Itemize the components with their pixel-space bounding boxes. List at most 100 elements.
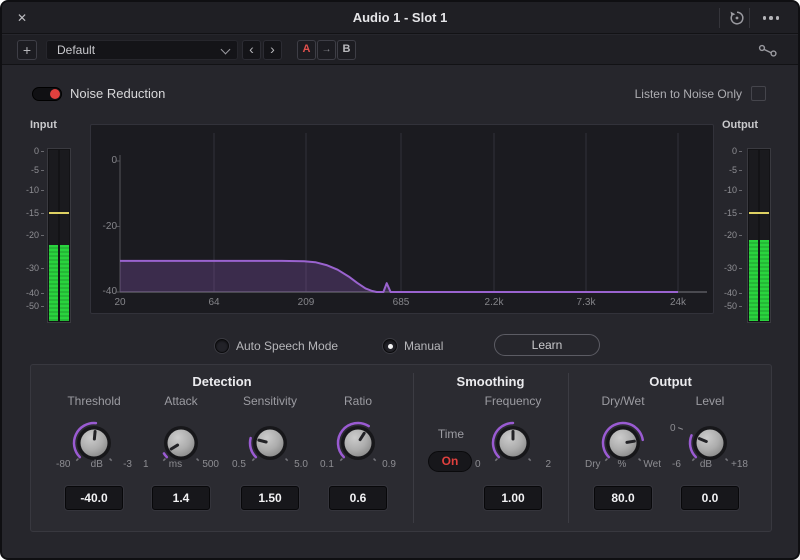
meter-bar-left bbox=[749, 150, 758, 321]
time-label: Time bbox=[437, 427, 465, 441]
y-axis-tick-label: -40 bbox=[102, 286, 117, 297]
level-zero-marker: 0 bbox=[670, 423, 683, 434]
toggle-on-dot bbox=[50, 89, 60, 99]
section-divider bbox=[413, 373, 414, 523]
window-title: Audio 1 - Slot 1 bbox=[352, 10, 448, 25]
listen-to-noise-only-checkbox[interactable] bbox=[751, 86, 766, 101]
ratio-value[interactable]: 0.6 bbox=[329, 486, 387, 510]
meter-scale-label: -15 bbox=[26, 208, 44, 218]
level-label: Level bbox=[695, 394, 725, 408]
meter-scale-label: -30 bbox=[26, 263, 44, 273]
noise-reduction-enable-toggle[interactable] bbox=[32, 87, 62, 101]
ab-compare-a-button[interactable]: A bbox=[297, 40, 316, 60]
drywet-control: Dry/Wet Dry% Wet 80.0 bbox=[585, 365, 661, 531]
auto-speech-mode-radio[interactable] bbox=[215, 339, 229, 353]
meter-scale-label: 0 bbox=[732, 146, 742, 156]
noise-profile-graph: 0 -20 -40 20 64 209 685 2.2k 7.3k 24k bbox=[90, 124, 714, 314]
drywet-value[interactable]: 80.0 bbox=[594, 486, 652, 510]
learn-button[interactable]: Learn bbox=[494, 334, 600, 356]
frequency-value[interactable]: 1.00 bbox=[484, 486, 542, 510]
level-control: Level 0 -6 dB +18 0.0 bbox=[670, 365, 748, 531]
x-axis-tick-label: 24k bbox=[669, 297, 687, 308]
output-meter-scale: 0 -5 -10 -15 -20 -30 -40 -50 bbox=[724, 146, 742, 322]
x-axis-tick-label: 2.2k bbox=[484, 297, 504, 308]
section-divider bbox=[568, 373, 569, 523]
sensitivity-control: Sensitivity 0.5 5.0 1.50 bbox=[232, 365, 308, 531]
options-menu-icon[interactable] bbox=[756, 9, 786, 27]
automation-curve-icon[interactable] bbox=[756, 42, 780, 58]
threshold-range: -80 dB -3 bbox=[56, 459, 132, 470]
sensitivity-value[interactable]: 1.50 bbox=[241, 486, 299, 510]
controls-panel: Detection Smoothing Output Threshold -80… bbox=[30, 364, 772, 532]
preset-toolbar: + Default ‹ › A → B bbox=[2, 35, 798, 65]
meter-scale-label: 0 bbox=[34, 146, 44, 156]
auto-speech-mode-label: Auto Speech Mode bbox=[236, 339, 339, 353]
threshold-label: Threshold bbox=[67, 394, 121, 408]
input-meter-scale: 0 -5 -10 -15 -20 -30 -40 -50 bbox=[26, 146, 44, 322]
threshold-value[interactable]: -40.0 bbox=[65, 486, 123, 510]
titlebar-divider bbox=[749, 8, 750, 28]
listen-to-noise-only-label: Listen to Noise Only bbox=[634, 87, 742, 101]
meter-scale-label: -50 bbox=[26, 301, 44, 311]
meter-scale-label: -40 bbox=[724, 288, 742, 298]
preset-dropdown-label: Default bbox=[57, 43, 96, 57]
meter-scale-label: -5 bbox=[729, 165, 742, 175]
meter-scale-label: -15 bbox=[724, 208, 742, 218]
reset-icon[interactable] bbox=[728, 9, 746, 27]
meter-scale-label: -40 bbox=[26, 288, 44, 298]
meter-scale-label: -50 bbox=[724, 301, 742, 311]
frequency-range: 02 bbox=[475, 459, 551, 470]
time-on-button[interactable]: On bbox=[428, 451, 472, 472]
sensitivity-range: 0.5 5.0 bbox=[232, 459, 308, 470]
meter-scale-label: -10 bbox=[26, 185, 44, 195]
manual-mode-radio[interactable] bbox=[383, 339, 397, 353]
x-axis-tick-label: 64 bbox=[208, 297, 220, 308]
x-axis-tick-label: 209 bbox=[297, 297, 315, 308]
title-bar: ✕ Audio 1 - Slot 1 bbox=[2, 2, 798, 34]
meter-scale-label: -30 bbox=[724, 263, 742, 273]
spectrum-plot bbox=[116, 133, 707, 293]
attack-label: Attack bbox=[164, 394, 198, 408]
next-preset-button[interactable]: › bbox=[263, 40, 282, 60]
peak-indicator bbox=[749, 212, 769, 215]
ab-copy-arrow-button[interactable]: → bbox=[317, 40, 336, 60]
level-value[interactable]: 0.0 bbox=[681, 486, 739, 510]
ratio-label: Ratio bbox=[343, 394, 372, 408]
y-axis-tick-label: -20 bbox=[102, 220, 117, 232]
level-range: -6 dB +18 bbox=[672, 459, 748, 470]
attack-range: 1 ms 500 bbox=[143, 459, 219, 470]
plugin-title: Noise Reduction bbox=[70, 86, 166, 101]
ratio-range: 0.1 0.9 bbox=[320, 459, 396, 470]
output-level-meter bbox=[747, 148, 771, 323]
x-axis-tick-label: 7.3k bbox=[576, 297, 596, 308]
frequency-control: Frequency 02 1.00 bbox=[475, 365, 551, 531]
sensitivity-label: Sensitivity bbox=[242, 394, 298, 408]
threshold-control: Threshold -80 dB -3 -40.0 bbox=[56, 365, 132, 531]
meter-scale-label: -20 bbox=[724, 230, 742, 240]
input-level-meter bbox=[47, 148, 71, 323]
y-axis-tick-label: 0 bbox=[111, 155, 117, 166]
frequency-label: Frequency bbox=[484, 394, 542, 408]
input-meter-label: Input bbox=[30, 119, 57, 131]
drywet-range: Dry% Wet bbox=[585, 459, 661, 470]
previous-preset-button[interactable]: ‹ bbox=[242, 40, 261, 60]
output-meter-label: Output bbox=[722, 119, 759, 131]
meter-scale-label: -20 bbox=[26, 230, 44, 240]
meter-bar-left bbox=[49, 150, 58, 321]
chevron-down-icon bbox=[220, 44, 231, 55]
add-preset-button[interactable]: + bbox=[17, 40, 37, 60]
plugin-window: ✕ Audio 1 - Slot 1 + Default ‹ › A → B N… bbox=[0, 0, 800, 560]
preset-dropdown[interactable]: Default bbox=[46, 40, 238, 60]
peak-indicator bbox=[49, 212, 69, 215]
ab-compare-b-button[interactable]: B bbox=[337, 40, 356, 60]
manual-mode-label: Manual bbox=[404, 339, 444, 353]
meter-scale-label: -5 bbox=[31, 165, 44, 175]
meter-scale-label: -10 bbox=[724, 185, 742, 195]
attack-control: Attack 1 ms 500 1.4 bbox=[143, 365, 219, 531]
ratio-control: Ratio 0.1 0.9 0.6 bbox=[320, 365, 396, 531]
attack-value[interactable]: 1.4 bbox=[152, 486, 210, 510]
x-axis-tick-label: 685 bbox=[392, 297, 410, 308]
titlebar-divider bbox=[719, 8, 720, 28]
x-axis-tick-label: 20 bbox=[114, 297, 126, 308]
drywet-label: Dry/Wet bbox=[601, 394, 645, 408]
